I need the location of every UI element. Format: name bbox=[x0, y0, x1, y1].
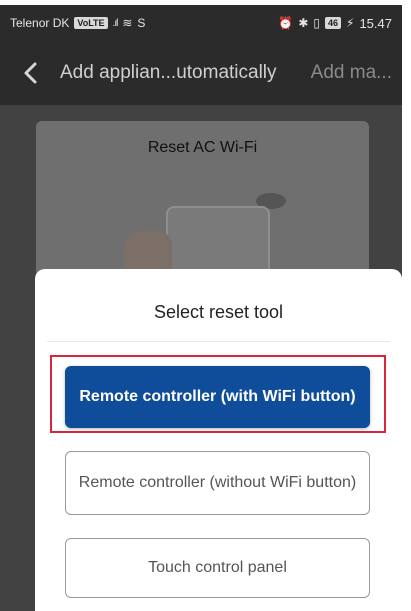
option-remote-without-wifi[interactable]: Remote controller (without WiFi button) bbox=[65, 451, 370, 515]
battery-icon: 46 bbox=[325, 17, 342, 29]
status-right: ⏰ ✱ ▯ 46 ⚡ 15.47 bbox=[278, 16, 392, 31]
status-bar: Telenor DK VoLTE .ıl ≋ S ⏰ ✱ ▯ 46 ⚡ 15.4… bbox=[0, 5, 402, 41]
nav-title-tab[interactable]: Add applian...utomatically bbox=[60, 62, 277, 84]
status-left: Telenor DK VoLTE .ıl ≋ S bbox=[10, 16, 145, 30]
back-button[interactable] bbox=[8, 41, 52, 105]
carrier-name: Telenor DK bbox=[10, 16, 70, 30]
top-navigation: Add applian...utomatically Add ma... bbox=[0, 41, 402, 105]
notification-icon: S bbox=[137, 16, 146, 30]
reset-tool-sheet: Select reset tool Remote controller (wit… bbox=[35, 269, 402, 611]
alarm-icon: ⏰ bbox=[278, 16, 294, 30]
clock: 15.47 bbox=[359, 15, 392, 31]
volte-badge: VoLTE bbox=[74, 17, 108, 29]
vibrate-icon: ▯ bbox=[313, 16, 320, 30]
chevron-left-icon bbox=[24, 62, 37, 84]
wifi-icon: ≋ bbox=[122, 16, 133, 30]
signal-icon: .ıl bbox=[112, 17, 119, 29]
charging-icon: ⚡ bbox=[346, 16, 355, 30]
card-title: Reset AC Wi-Fi bbox=[147, 139, 258, 156]
tab-add-manually[interactable]: Add ma... bbox=[311, 62, 392, 84]
option-remote-with-wifi[interactable]: Remote controller (with WiFi button) bbox=[65, 366, 370, 428]
sheet-divider bbox=[47, 341, 390, 342]
option-touch-panel[interactable]: Touch control panel bbox=[65, 538, 370, 598]
phone-screen: Telenor DK VoLTE .ıl ≋ S ⏰ ✱ ▯ 46 ⚡ 15.4… bbox=[0, 5, 402, 611]
sheet-title: Select reset tool bbox=[153, 302, 284, 322]
bluetooth-icon: ✱ bbox=[298, 16, 309, 30]
